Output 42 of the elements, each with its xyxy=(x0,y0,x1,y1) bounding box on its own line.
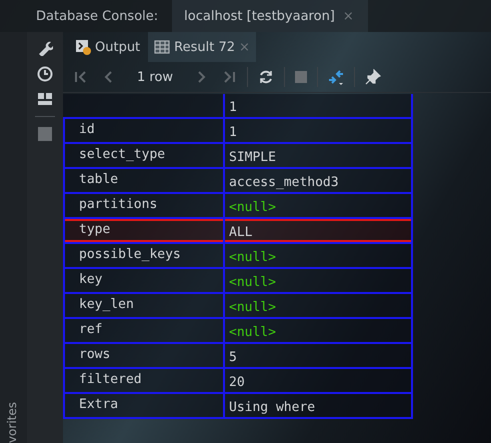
value-cell: access_method3 xyxy=(223,169,413,192)
stop-button[interactable] xyxy=(293,69,310,85)
field-name-cell: key_len xyxy=(63,294,223,317)
field-name-cell: select_type xyxy=(63,144,223,167)
grid-icon xyxy=(154,40,170,54)
result-tab[interactable]: Output xyxy=(69,32,146,62)
console-label: Database Console: xyxy=(35,8,160,24)
pin-icon xyxy=(365,69,382,85)
value-cell: <null> xyxy=(223,319,413,342)
value-cell: <null> xyxy=(223,269,413,292)
value-cell: 5 xyxy=(223,344,413,367)
field-name-cell: partitions xyxy=(63,194,223,217)
layout-icon[interactable] xyxy=(37,92,53,106)
value-cell: SIMPLE xyxy=(223,144,413,167)
console-output-icon xyxy=(75,39,91,55)
pin-button[interactable] xyxy=(363,67,384,87)
value-cell: <null> xyxy=(223,294,413,317)
field-name-cell: key xyxy=(63,269,223,292)
side-label[interactable]: vorites xyxy=(5,402,19,443)
value-cell: 1 xyxy=(223,119,413,142)
field-name-cell: rows xyxy=(63,344,223,367)
field-name-cell: filtered xyxy=(63,369,223,392)
field-name-cell: table xyxy=(63,169,223,192)
value-cell: <null> xyxy=(223,194,413,217)
result-tab[interactable]: Result 72 × xyxy=(148,32,256,62)
value-cell: Using where xyxy=(223,394,413,417)
field-name-cell: possible_keys xyxy=(63,244,223,267)
field-name-cell: Extra xyxy=(63,394,223,417)
row-count: 1 row xyxy=(136,70,174,84)
field-name-cell: id xyxy=(63,119,223,142)
console-tab[interactable]: localhost [testbyaaron] × xyxy=(172,0,368,32)
field-name-cell: type xyxy=(63,219,223,242)
value-cell: <null> xyxy=(223,244,413,267)
column-header: 1 xyxy=(223,94,413,117)
clock-icon[interactable] xyxy=(37,66,53,82)
stop-icon xyxy=(295,71,308,83)
value-cell: 20 xyxy=(223,369,413,392)
wrench-icon[interactable] xyxy=(37,40,53,56)
arrows-icon xyxy=(328,69,344,85)
refresh-icon xyxy=(258,69,274,85)
field-name-cell: ref xyxy=(63,319,223,342)
value-cell: ALL xyxy=(223,219,413,242)
